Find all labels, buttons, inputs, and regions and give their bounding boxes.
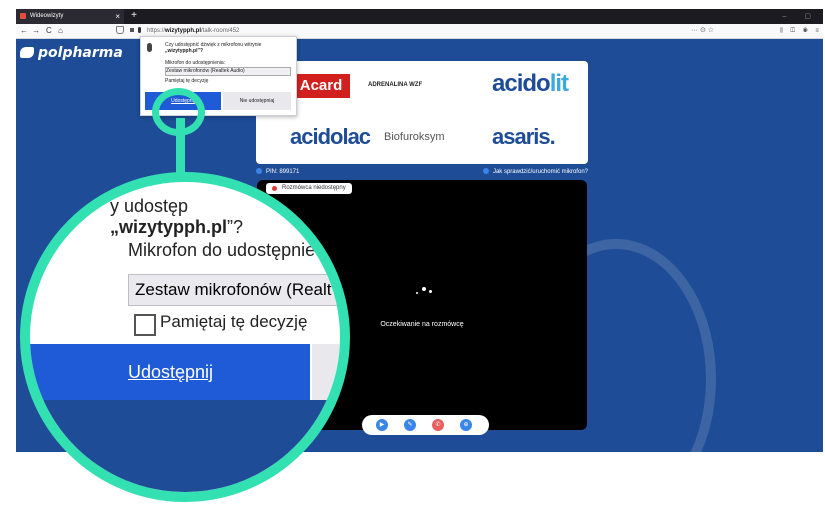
site-favicon-icon bbox=[20, 13, 26, 19]
new-tab-button[interactable]: + bbox=[128, 9, 140, 24]
loading-spinner-dot bbox=[416, 292, 418, 294]
permission-question: Czy udostępnić dźwięk z mikrofonu witryn… bbox=[165, 42, 285, 54]
url-host: wizytypph.pl bbox=[165, 28, 202, 34]
mic-help-text: Jak sprawdzić/uruchomić mikrofon? bbox=[492, 169, 588, 175]
tab-title: Wideowizyty bbox=[30, 13, 64, 19]
zoom-page-background bbox=[30, 400, 340, 492]
status-badge: Rozmówca niedostępny bbox=[266, 183, 352, 194]
sponsor-adrenalina-logo: ADRENALINA WZF bbox=[368, 82, 423, 88]
pin-row: PIN: 899171 Jak sprawdzić/uruchomić mikr… bbox=[256, 166, 588, 178]
brand-mark-icon bbox=[20, 47, 34, 58]
browser-tab-bar: Wideowizyty × + – ▢ bbox=[16, 9, 823, 24]
zoom-question: y udostęp „wizytypph.pl”? bbox=[110, 196, 243, 238]
lock-icon[interactable] bbox=[130, 28, 134, 33]
zoom-target-ring bbox=[152, 88, 205, 136]
mic-help-link[interactable]: Jak sprawdzić/uruchomić mikrofon? bbox=[482, 166, 588, 178]
zoom-question-suffix: ”? bbox=[227, 217, 244, 237]
window-controls[interactable]: – ▢ bbox=[783, 9, 819, 24]
deny-button[interactable]: Nie udostępniaj bbox=[223, 92, 291, 110]
acidolit-part-a: acido bbox=[492, 70, 551, 97]
back-icon[interactable]: ← bbox=[20, 24, 28, 38]
status-text: Rozmówca niedostępny bbox=[282, 185, 346, 191]
zoom-allow-button: Udostępnij bbox=[30, 344, 310, 400]
zoom-remember-label: Pamiętaj tę decyzję bbox=[160, 312, 308, 331]
mic-select[interactable]: Zestaw mikrofonów (Realtek Audio) bbox=[165, 67, 291, 76]
sponsor-acard-logo: Acard bbox=[292, 74, 350, 98]
browser-tab[interactable]: Wideowizyty × bbox=[16, 9, 124, 24]
sponsor-acidolac-logo: acidolac bbox=[290, 124, 371, 149]
hangup-button[interactable]: ✆ bbox=[432, 419, 444, 431]
pin-text: PIN: 899171 bbox=[266, 169, 300, 175]
mic-permission-icon[interactable] bbox=[138, 27, 141, 34]
permission-host: „wizytypph.pl”? bbox=[165, 48, 204, 54]
brand-logo: polpharma bbox=[20, 45, 123, 61]
sponsor-panel: Acard ADRENALINA WZF acidolit acidolac B… bbox=[256, 61, 588, 164]
microphone-button[interactable]: ✎ bbox=[404, 419, 416, 431]
zoom-magnifier: y udostęp „wizytypph.pl”? Mikrofon do udo… bbox=[20, 172, 350, 502]
url-actions[interactable]: ··· ⊙ ☆ bbox=[691, 24, 714, 38]
sponsor-asaris-logo: asaris. bbox=[492, 124, 556, 149]
zoom-mic-label: Mikrofon do udostępnie bbox=[128, 240, 316, 260]
sponsor-biofuroksym-logo: Biofuroksym bbox=[384, 131, 445, 143]
brand-name: polpharma bbox=[38, 45, 123, 61]
info-icon bbox=[256, 168, 262, 175]
toolbar-icons[interactable]: ⫼ ◫ ◉ ≡ bbox=[780, 24, 822, 38]
zoom-mic-select: Zestaw mikrofonów (Realt bbox=[128, 274, 340, 306]
url-prefix: https:// bbox=[147, 28, 166, 34]
zoom-question-host: „wizytypph.pl bbox=[110, 217, 227, 237]
zoom-question-prefix: y udostęp bbox=[110, 196, 189, 216]
camera-button[interactable]: ▶ bbox=[376, 419, 388, 431]
browser-nav-bar: ← → C ⌂ https://wizytypph.pl/talk-room/4… bbox=[16, 24, 823, 39]
microphone-icon bbox=[147, 43, 152, 52]
acidolit-part-b: lit bbox=[549, 70, 569, 97]
call-controls: ▶ ✎ ✆ ⊕ bbox=[362, 415, 489, 435]
offline-dot-icon bbox=[272, 186, 277, 191]
sponsor-acidolit-logo: acidolit bbox=[492, 70, 569, 98]
close-tab-icon[interactable]: × bbox=[115, 9, 120, 24]
loading-spinner-icon bbox=[422, 287, 426, 291]
loading-spinner-dot bbox=[429, 290, 432, 293]
pin-label: PIN: 899171 bbox=[256, 166, 299, 178]
mic-select-label: Mikrofon do udostępnienia: bbox=[165, 60, 226, 66]
forward-icon[interactable]: → bbox=[32, 24, 40, 38]
reload-icon[interactable]: C bbox=[46, 24, 52, 38]
tracking-shield-icon[interactable] bbox=[116, 26, 124, 35]
home-icon[interactable]: ⌂ bbox=[58, 24, 63, 38]
help-icon bbox=[482, 168, 489, 175]
remember-checkbox[interactable]: Pamiętaj tę decyzję bbox=[165, 78, 208, 84]
url-path: /talk-room/452 bbox=[201, 28, 240, 34]
zoom-remember-checkbox bbox=[134, 314, 156, 336]
fullscreen-button[interactable]: ⊕ bbox=[460, 419, 472, 431]
